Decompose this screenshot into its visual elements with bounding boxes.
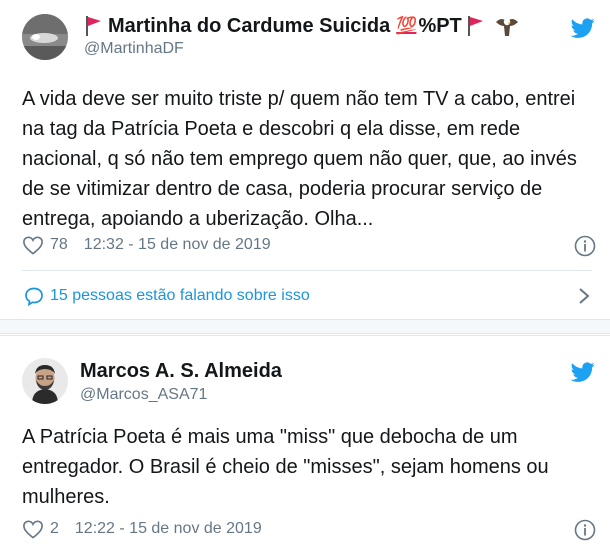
tweet-text-line: entrega, apoiando a uberização. Olha... bbox=[22, 208, 374, 230]
tweet-text: A Patrícia Poeta é mais uma "miss" que d… bbox=[22, 422, 602, 512]
conversation-label: 15 pessoas estão falando sobre isso bbox=[50, 287, 310, 304]
info-icon[interactable] bbox=[574, 519, 596, 541]
divider bbox=[22, 270, 592, 271]
info-icon[interactable] bbox=[574, 235, 596, 257]
tweet-card: Martinha do Cardume Suicida 💯 %PT @Marti… bbox=[0, 0, 610, 320]
author-name[interactable]: Marcos A. S. Almeida bbox=[80, 360, 282, 383]
tweet-separator bbox=[0, 320, 610, 334]
author-name-suffix: %PT bbox=[418, 14, 462, 37]
author-handle[interactable]: @Marcos_ASA71 bbox=[80, 386, 207, 404]
tweet-meta: 2 12:22 - 15 de nov de 2019 bbox=[22, 519, 262, 539]
like-count[interactable]: 78 bbox=[50, 236, 68, 254]
tweet-text: A vida deve ser muito triste p/ quem não… bbox=[22, 84, 602, 234]
heart-icon[interactable] bbox=[22, 519, 44, 539]
timestamp[interactable]: 12:32 - 15 de nov de 2019 bbox=[84, 236, 271, 254]
tweet-text-line: de se vitimizar dentro de casa, poderia … bbox=[22, 178, 543, 200]
red-flag-icon bbox=[86, 16, 101, 36]
avatar[interactable] bbox=[22, 358, 68, 404]
author-name-text: Marcos A. S. Almeida bbox=[80, 360, 282, 382]
reply-bubble-icon bbox=[25, 287, 43, 306]
tweet-text-line: na tag da Patrícia Poeta e descobri q el… bbox=[22, 118, 521, 140]
author-name[interactable]: Martinha do Cardume Suicida 💯 %PT bbox=[84, 14, 520, 38]
avatar[interactable] bbox=[22, 14, 68, 60]
twitter-bird-icon[interactable] bbox=[571, 16, 595, 40]
red-flag-icon bbox=[467, 16, 483, 36]
author-name-text: Martinha do Cardume Suicida bbox=[108, 14, 391, 37]
tweet-text-line: A vida deve ser muito triste p/ quem não… bbox=[22, 88, 576, 110]
tweet-text-line: nacional, q só não tem emprego quem não … bbox=[22, 148, 577, 170]
tweet-text-line: A Patrícia Poeta é mais uma "miss" que d… bbox=[22, 426, 518, 448]
hundred-emoji-icon: 💯 bbox=[396, 16, 417, 35]
timestamp[interactable]: 12:22 - 15 de nov de 2019 bbox=[75, 520, 262, 538]
tweet-meta: 78 12:32 - 15 de nov de 2019 bbox=[22, 235, 271, 255]
author-handle[interactable]: @MartinhaDF bbox=[84, 40, 184, 58]
twitter-bird-icon[interactable] bbox=[571, 360, 595, 384]
heart-icon[interactable] bbox=[22, 235, 44, 255]
eagle-icon bbox=[495, 18, 518, 36]
tweet-card: Marcos A. S. Almeida @Marcos_ASA71 A Pat… bbox=[0, 335, 610, 558]
tweet-text-line: entregador. O Brasil é cheio de "misses"… bbox=[22, 456, 549, 478]
conversation-link[interactable]: 15 pessoas estão falando sobre isso bbox=[24, 286, 310, 306]
tweet-text-line: mulheres. bbox=[22, 486, 110, 508]
like-count[interactable]: 2 bbox=[50, 520, 59, 538]
chevron-right-icon[interactable] bbox=[577, 287, 591, 305]
